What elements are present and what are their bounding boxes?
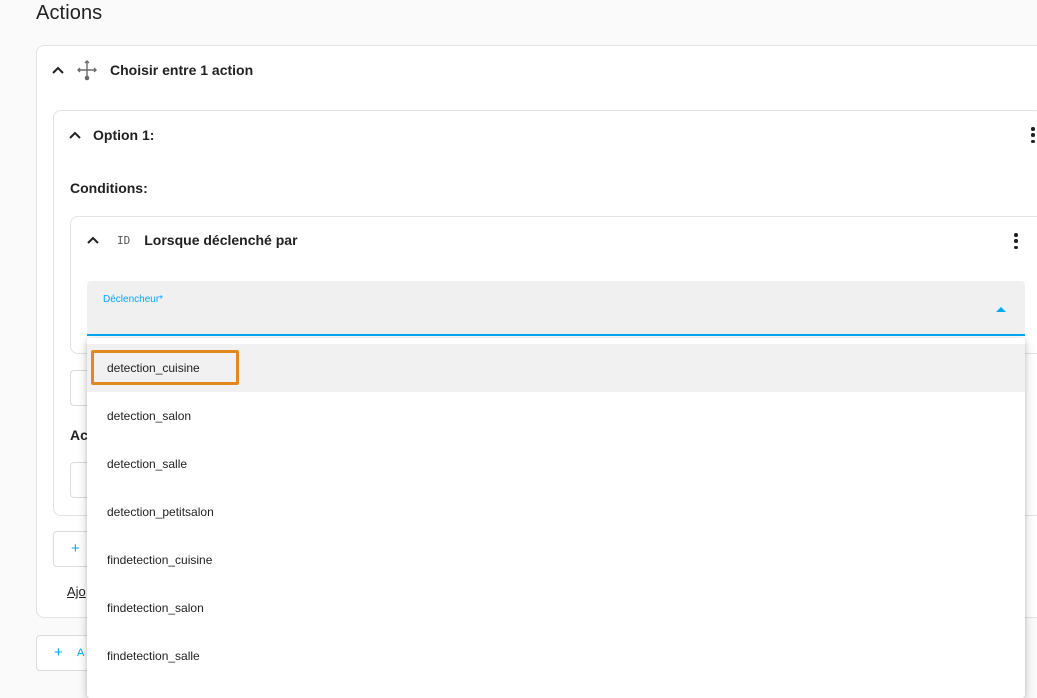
dropdown-item[interactable]: detection_petitsalon [87, 488, 1025, 536]
option-label: Option 1: [93, 127, 155, 143]
trigger-select[interactable]: Déclencheur* [87, 281, 1025, 336]
actions-heading-partial: Ac [70, 427, 88, 443]
plus-icon: + [54, 644, 63, 661]
trigger-dropdown-menu: detection_cuisine detection_salon detect… [87, 338, 1025, 698]
conditions-heading: Conditions: [70, 180, 148, 196]
condition-label: Lorsque déclenché par [144, 232, 298, 248]
condition-header[interactable]: ID Lorsque déclenché par [85, 231, 298, 249]
choose-action-header[interactable]: Choisir entre 1 action [50, 59, 254, 81]
dropdown-item[interactable]: findetection_salle [87, 632, 1025, 680]
dropdown-item-label: findetection_cuisine [107, 553, 213, 567]
plus-icon: + [71, 540, 80, 557]
dropdown-item-label: detection_cuisine [107, 361, 200, 375]
id-icon: ID [117, 233, 131, 247]
dropdown-item-label: findetection_salle [107, 649, 200, 663]
dropdown-item[interactable]: detection_cuisine [87, 344, 1025, 392]
dropdown-item[interactable]: findetection_cuisine [87, 536, 1025, 584]
condition-menu-icon[interactable] [1012, 232, 1020, 250]
page-title: Actions [36, 2, 103, 24]
dropdown-item-label: detection_salle [107, 457, 188, 471]
chevron-up-icon[interactable] [50, 62, 66, 78]
dropdown-item[interactable]: detection_salle [87, 440, 1025, 488]
add-action-text: A [77, 647, 85, 659]
dropdown-item-label: detection_petitsalon [107, 505, 214, 519]
dropdown-item-label: findetection_salon [107, 601, 204, 615]
dropdown-arrow-icon[interactable] [996, 307, 1006, 312]
dropdown-item-label: detection_salon [107, 409, 192, 423]
move-arrows-icon [76, 59, 98, 81]
add-link-partial[interactable]: Ajo [67, 584, 86, 599]
choose-action-label: Choisir entre 1 action [110, 62, 254, 78]
chevron-up-icon[interactable] [85, 232, 101, 248]
chevron-up-icon[interactable] [67, 127, 83, 143]
dropdown-item[interactable]: detection_salon [87, 392, 1025, 440]
trigger-field-label: Déclencheur* [103, 294, 164, 305]
option-menu-icon[interactable] [1029, 126, 1037, 144]
option-header[interactable]: Option 1: [67, 126, 154, 144]
dropdown-item[interactable]: findetection_salon [87, 584, 1025, 632]
